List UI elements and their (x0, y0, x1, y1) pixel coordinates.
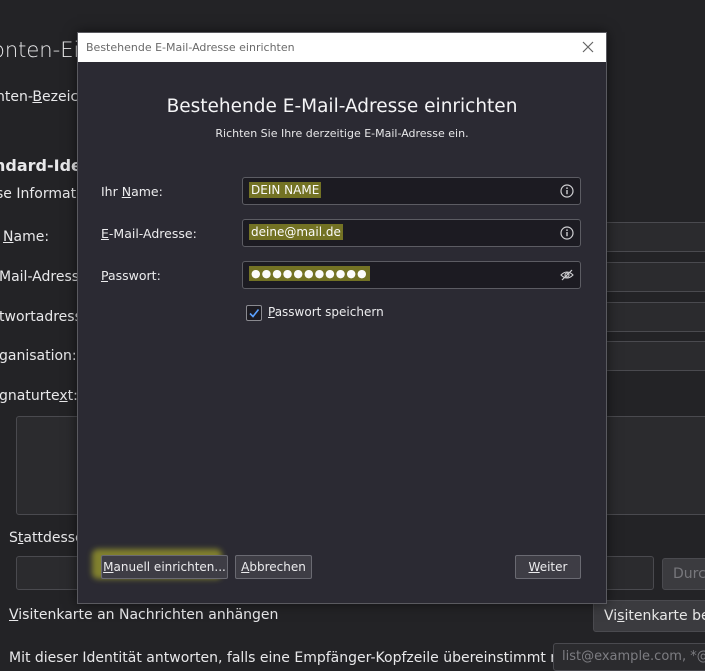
dialog-titlebar: Bestehende E-Mail-Adresse einrichten (78, 33, 606, 62)
dialog-window-title: Bestehende E-Mail-Adresse einrichten (86, 41, 295, 54)
bg-org-label: ganisation: (0, 348, 77, 364)
email-label: E-Mail-Adresse: (101, 226, 197, 241)
remember-password-label: Passwort speichern (268, 305, 384, 319)
name-label: Ihr Name: (101, 184, 163, 199)
dialog-subheading: Richten Sie Ihre derzeitige E-Mail-Adres… (215, 127, 469, 140)
bg-reply-input[interactable] (600, 302, 705, 332)
dialog-heading: Bestehende E-Mail-Adresse einrichten (166, 96, 518, 117)
bg-reply-label: twortadress (0, 309, 82, 325)
info-icon[interactable] (560, 225, 574, 240)
bg-reply-identity-input[interactable]: list@example.com, *@ (553, 643, 705, 671)
next-button[interactable]: Weiter (515, 555, 581, 579)
account-name-label: nten-Bezeic (0, 89, 79, 105)
eye-slash-icon[interactable] (560, 267, 574, 281)
bg-signature-label: gnaturtext: (0, 388, 78, 404)
email-value: deine@mail.de (249, 224, 343, 240)
password-label: Passwort: (101, 268, 161, 283)
bg-vcard-label: Visitenkarte an Nachrichten anhängen (9, 607, 279, 623)
name-field[interactable]: DEIN NAME (242, 177, 581, 205)
bg-browse-button[interactable]: Durch (662, 558, 705, 590)
remember-password-checkbox[interactable] (246, 305, 262, 321)
default-identity-heading: ndard-Ide (0, 156, 82, 175)
identity-info-text: se Informat (0, 186, 77, 202)
setup-email-dialog: Bestehende E-Mail-Adresse einrichten Bes… (77, 32, 607, 604)
bg-edit-vcard-button[interactable]: Visitenkarte bea (593, 600, 705, 632)
close-icon[interactable] (578, 37, 598, 57)
bg-instead-label: Stattdesse (9, 530, 84, 546)
bg-name-label: Name: (3, 229, 50, 245)
bg-email-label: Mail-Adresse (0, 269, 88, 285)
cancel-button[interactable]: Abbrechen (235, 555, 312, 579)
bg-name-input[interactable] (600, 222, 705, 252)
bg-reply-identity-text: Mit dieser Identität antworten, falls ei… (9, 650, 579, 666)
name-value: DEIN NAME (249, 182, 322, 198)
password-value: ●●●●●●●●●●● (249, 266, 370, 281)
email-field[interactable]: deine@mail.de (242, 219, 581, 247)
bg-email-input[interactable] (600, 262, 705, 292)
bg-org-input[interactable] (600, 341, 705, 371)
manual-setup-button[interactable]: Manuell einrichten... (101, 555, 228, 579)
password-field[interactable]: ●●●●●●●●●●● (242, 261, 581, 289)
info-icon[interactable] (560, 183, 574, 198)
